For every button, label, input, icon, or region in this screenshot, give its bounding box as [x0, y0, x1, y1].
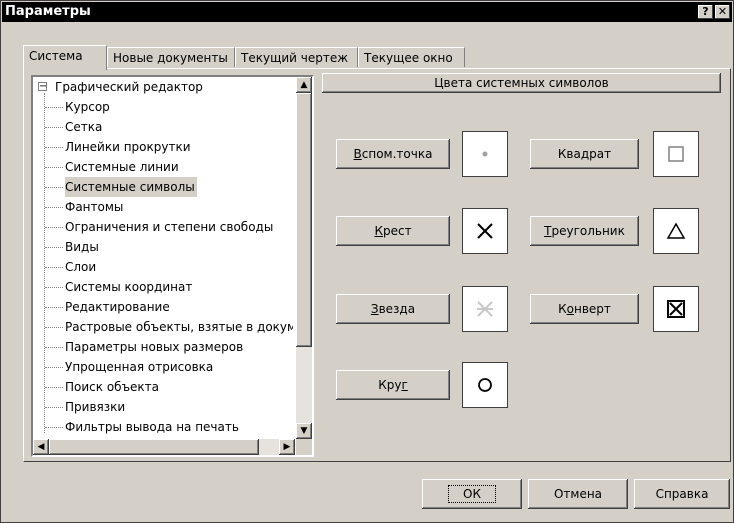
envelope-button[interactable]: Конверт [530, 294, 639, 324]
tree-item-simplified-rendering[interactable]: Упрощенная отрисовка [65, 357, 213, 377]
mnemonic-letter: о [566, 302, 574, 316]
cancel-button[interactable]: Отмена [528, 479, 628, 509]
mnemonic-letter: К [374, 224, 383, 238]
triangle-icon [666, 222, 686, 239]
tree-branch [45, 347, 63, 348]
scroll-left-arrow-icon[interactable]: ◀ [33, 439, 49, 455]
envelope-icon [667, 300, 685, 318]
envelope-color-swatch[interactable] [653, 286, 699, 332]
cross-icon [477, 223, 493, 239]
aux-point-color-swatch[interactable] [462, 131, 508, 177]
close-button[interactable]: ✕ [715, 5, 730, 19]
button-label-start: Кру [378, 378, 402, 392]
tree-guide-line [44, 93, 45, 433]
scroll-down-arrow-icon[interactable]: ▼ [296, 423, 312, 439]
scroll-right-arrow-icon[interactable]: ▶ [279, 439, 295, 455]
tree-branch [45, 427, 63, 428]
tree-horizontal-scrollbar[interactable]: ◀ ▶ [33, 439, 295, 455]
scrollbar-corner [296, 439, 312, 455]
help-button[interactable]: ? [698, 5, 713, 19]
mnemonic-letter: В [353, 147, 362, 161]
star-color-swatch[interactable] [462, 286, 508, 332]
tree-branch [45, 107, 63, 108]
vertical-scroll-thumb[interactable] [296, 93, 312, 347]
tab-system[interactable]: Система [23, 45, 107, 70]
tree-item-grid[interactable]: Сетка [65, 117, 102, 137]
triangle-color-swatch[interactable] [653, 208, 699, 254]
window-title: Параметры [5, 4, 91, 19]
tree-branch [45, 267, 63, 268]
tree-item-snaps[interactable]: Привязки [65, 397, 125, 417]
scroll-up-arrow-icon[interactable]: ▲ [296, 77, 312, 93]
ok-button[interactable]: ОК [422, 479, 522, 509]
tree-branch [45, 367, 63, 368]
button-label-rest: нверт [573, 302, 611, 316]
tree-item-object-search[interactable]: Поиск объекта [65, 377, 159, 397]
tab-current-drawing[interactable]: Текущий чертеж [235, 47, 358, 67]
square-color-swatch[interactable] [653, 131, 699, 177]
tree-item-cursor[interactable]: Курсор [65, 97, 110, 117]
square-icon [668, 146, 684, 162]
button-label-rest: рат [589, 147, 612, 161]
tree-item-rulers[interactable]: Линейки прокрутки [65, 137, 191, 157]
tree-item-raster-objects[interactable]: Растровые объекты, взятые в документ [65, 317, 293, 337]
tree-branch [45, 227, 63, 228]
aux-point-button[interactable]: Вспом.точка [336, 139, 450, 169]
tree-branch [45, 307, 63, 308]
panel-header: Цвета системных символов [322, 73, 721, 93]
circle-icon [478, 378, 492, 392]
cross-color-swatch[interactable] [462, 208, 508, 254]
tree-root-graphic-editor[interactable]: Графический редактор [55, 77, 203, 97]
tab-current-window[interactable]: Текущее окно [358, 47, 465, 67]
tree-branch [45, 127, 63, 128]
triangle-button[interactable]: Треугольник [530, 216, 639, 246]
tree-item-system-symbols[interactable]: Системные символы [65, 177, 197, 197]
tree-branch [45, 207, 63, 208]
title-bar: Параметры ? ✕ [2, 2, 732, 22]
parameters-dialog: Параметры ? ✕ Система Новые документы Те… [0, 0, 734, 523]
button-label-start: К [558, 302, 567, 316]
cross-button[interactable]: Крест [336, 216, 450, 246]
tree-branch [45, 407, 63, 408]
tree-item-layers[interactable]: Слои [65, 257, 96, 277]
tree-branch [45, 167, 63, 168]
mnemonic-letter: д [580, 147, 590, 161]
button-label-rest: реугольник [551, 224, 625, 238]
ok-label: ОК [448, 485, 496, 503]
collapse-icon[interactable]: − [38, 82, 47, 92]
tree-item-coordinate-systems[interactable]: Системы координат [65, 277, 192, 297]
tree-item-constraints[interactable]: Ограничения и степени свободы [65, 217, 273, 237]
button-label-rest: спом.точка [361, 147, 433, 161]
tree-item-new-dimensions[interactable]: Параметры новых размеров [65, 337, 243, 357]
tree-branch [45, 187, 63, 188]
button-label-start: Ква [557, 147, 581, 161]
dot-icon [482, 151, 488, 157]
star-icon [477, 301, 493, 317]
tree-branch [45, 247, 63, 248]
tree-branch [45, 387, 63, 388]
settings-tree[interactable]: − Графический редактор Курсор Сетка Лине… [31, 75, 314, 457]
tree-vertical-scrollbar[interactable]: ▲ ▼ [296, 77, 312, 439]
tree-item-system-lines[interactable]: Системные линии [65, 157, 179, 177]
circle-color-swatch[interactable] [462, 362, 508, 408]
tree-item-editing[interactable]: Редактирование [65, 297, 170, 317]
horizontal-scroll-thumb[interactable] [49, 439, 259, 455]
tree-item-phantoms[interactable]: Фантомы [65, 197, 123, 217]
mnemonic-letter: г [401, 378, 408, 392]
tree-item-print-filters[interactable]: Фильтры вывода на печать [65, 417, 239, 437]
tree-item-views[interactable]: Виды [65, 237, 99, 257]
tree-branch [45, 327, 63, 328]
mnemonic-letter: З [370, 302, 379, 316]
tab-new-documents[interactable]: Новые документы [107, 47, 235, 67]
star-button[interactable]: Звезда [336, 294, 450, 324]
button-label-rest: рест [382, 224, 412, 238]
circle-button[interactable]: Круг [336, 370, 450, 400]
help-dialog-button[interactable]: Справка [634, 479, 730, 509]
tree-branch [45, 147, 63, 148]
button-label-rest: везда [378, 302, 416, 316]
tree-branch [45, 287, 63, 288]
square-button[interactable]: Квадрат [530, 139, 639, 169]
tree-content: − Графический редактор Курсор Сетка Лине… [33, 77, 293, 437]
